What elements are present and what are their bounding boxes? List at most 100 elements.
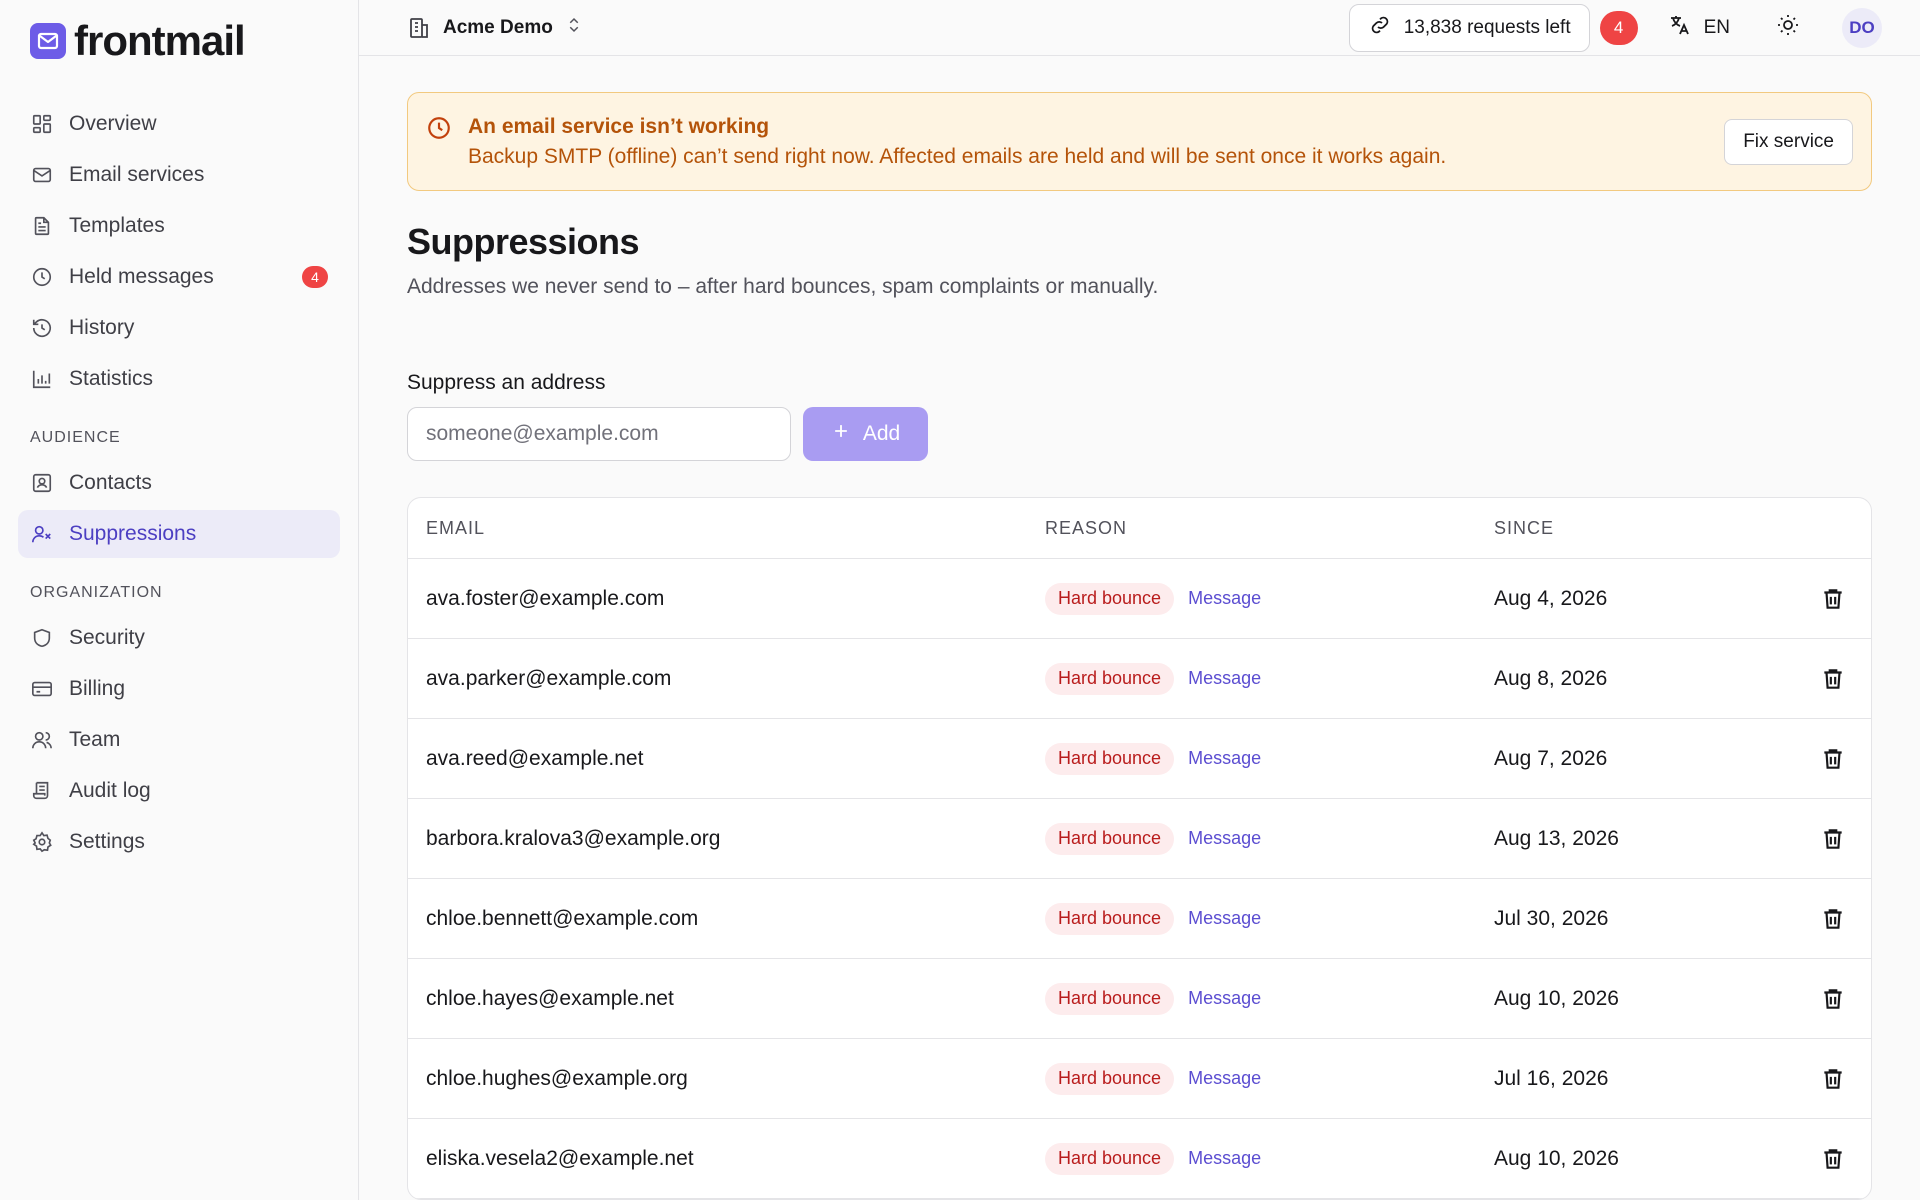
shield-icon	[30, 626, 54, 650]
sidebar-item-templates[interactable]: Templates	[18, 202, 340, 250]
sidebar-item-team[interactable]: Team	[18, 716, 340, 764]
organization-nav: Security Billing Team Audit log Settings	[18, 614, 340, 866]
column-header-reason[interactable]: REASON	[1045, 518, 1494, 539]
document-icon	[30, 214, 54, 238]
credit-card-icon	[30, 677, 54, 701]
row-email: ava.reed@example.net	[426, 746, 644, 770]
row-since: Aug 10, 2026	[1494, 986, 1619, 1010]
row-actions	[1813, 906, 1853, 932]
reason-badge: Hard bounce	[1045, 1062, 1175, 1095]
sidebar-item-label: Overview	[69, 112, 157, 135]
clock-icon	[30, 265, 54, 289]
notification-badge[interactable]: 4	[1599, 10, 1638, 45]
row-since: Aug 13, 2026	[1494, 826, 1619, 850]
building-icon	[407, 16, 431, 40]
reason-badge: Hard bounce	[1045, 742, 1175, 775]
row-email: ava.parker@example.com	[426, 666, 672, 690]
column-header-email[interactable]: EMAIL	[426, 518, 1045, 539]
reason-badge: Hard bounce	[1045, 582, 1175, 615]
plus-icon	[831, 421, 851, 447]
reason-badge: Hard bounce	[1045, 982, 1175, 1015]
trash-icon[interactable]	[1820, 986, 1846, 1012]
theme-toggle[interactable]	[1774, 14, 1802, 42]
message-link[interactable]: Message	[1188, 1068, 1261, 1089]
row-since: Aug 4, 2026	[1494, 586, 1608, 610]
table-row: chloe.hughes@example.org Hard bounce Mes…	[408, 1039, 1871, 1119]
main: Acme Demo 13,838 requests left 4 EN DO A…	[359, 0, 1920, 1200]
language-switcher[interactable]: EN	[1668, 13, 1730, 43]
avatar[interactable]: DO	[1842, 7, 1882, 48]
suppress-form: Add	[407, 407, 1872, 461]
message-link[interactable]: Message	[1188, 1148, 1261, 1169]
message-link[interactable]: Message	[1188, 588, 1261, 609]
trash-icon[interactable]	[1820, 1146, 1846, 1172]
row-reason: Hard bounce Message	[1045, 742, 1494, 775]
reason-badge: Hard bounce	[1045, 662, 1175, 695]
audience-nav: Contacts Suppressions	[18, 459, 340, 558]
trash-icon[interactable]	[1820, 906, 1846, 932]
translate-icon	[1668, 13, 1692, 43]
sidebar-item-label: History	[69, 316, 135, 339]
table-row: eliska.vesela2@example.net Hard bounce M…	[408, 1119, 1871, 1199]
sidebar-item-security[interactable]: Security	[18, 614, 340, 662]
sidebar-item-suppressions[interactable]: Suppressions	[18, 510, 340, 558]
message-link[interactable]: Message	[1188, 748, 1261, 769]
message-link[interactable]: Message	[1188, 908, 1261, 929]
table-row: ava.parker@example.com Hard bounce Messa…	[408, 639, 1871, 719]
requests-left-button[interactable]: 13,838 requests left	[1348, 3, 1590, 52]
row-since: Jul 16, 2026	[1494, 1066, 1609, 1090]
fix-service-button[interactable]: Fix service	[1724, 118, 1853, 165]
row-actions	[1813, 1066, 1853, 1092]
reason-badge: Hard bounce	[1045, 902, 1175, 935]
sidebar-item-contacts[interactable]: Contacts	[18, 459, 340, 507]
sidebar: frontmail Overview Email services Templa…	[0, 0, 359, 1200]
sidebar-item-label: Audit log	[69, 779, 151, 802]
row-reason: Hard bounce Message	[1045, 982, 1494, 1015]
sidebar-item-settings[interactable]: Settings	[18, 818, 340, 866]
email-field[interactable]	[407, 407, 791, 461]
row-since: Aug 7, 2026	[1494, 746, 1608, 770]
row-email: chloe.hayes@example.net	[426, 986, 674, 1010]
sidebar-item-statistics[interactable]: Statistics	[18, 355, 340, 403]
trash-icon[interactable]	[1820, 666, 1846, 692]
reason-badge: Hard bounce	[1045, 1142, 1175, 1175]
sidebar-item-audit-log[interactable]: Audit log	[18, 767, 340, 815]
row-actions	[1813, 1146, 1853, 1172]
history-icon	[30, 316, 54, 340]
sidebar-item-email-services[interactable]: Email services	[18, 151, 340, 199]
column-header-since[interactable]: SINCE	[1494, 518, 1813, 539]
brand[interactable]: frontmail	[30, 20, 340, 62]
add-suppression-button[interactable]: Add	[803, 407, 928, 461]
organization-section-title: ORGANIZATION	[30, 584, 163, 601]
row-email: chloe.hughes@example.org	[426, 1066, 688, 1090]
row-since: Aug 8, 2026	[1494, 666, 1608, 690]
message-link[interactable]: Message	[1188, 828, 1261, 849]
table-row: chloe.bennett@example.com Hard bounce Me…	[408, 879, 1871, 959]
org-name: Acme Demo	[443, 16, 553, 38]
trash-icon[interactable]	[1820, 746, 1846, 772]
alert-text: An email service isn’t working Backup SM…	[468, 112, 1446, 172]
row-since: Aug 10, 2026	[1494, 1146, 1619, 1170]
row-reason: Hard bounce Message	[1045, 902, 1494, 935]
held-messages-badge: 4	[302, 266, 328, 288]
trash-icon[interactable]	[1820, 826, 1846, 852]
sidebar-item-billing[interactable]: Billing	[18, 665, 340, 713]
row-actions	[1813, 666, 1853, 692]
main-nav: Overview Email services Templates Held m…	[18, 100, 340, 403]
message-link[interactable]: Message	[1188, 988, 1261, 1009]
row-actions	[1813, 986, 1853, 1012]
sidebar-item-overview[interactable]: Overview	[18, 100, 340, 148]
service-alert: An email service isn’t working Backup SM…	[407, 92, 1872, 191]
row-email: chloe.bennett@example.com	[426, 906, 699, 930]
trash-icon[interactable]	[1820, 1066, 1846, 1092]
users-icon	[30, 728, 54, 752]
table-header: EMAIL REASON SINCE	[408, 498, 1871, 559]
sidebar-item-history[interactable]: History	[18, 304, 340, 352]
sidebar-item-held-messages[interactable]: Held messages 4	[18, 253, 340, 301]
message-link[interactable]: Message	[1188, 668, 1261, 689]
reason-badge: Hard bounce	[1045, 822, 1175, 855]
alert-title: An email service isn’t working	[468, 114, 770, 138]
org-switcher[interactable]: Acme Demo	[407, 16, 583, 40]
trash-icon[interactable]	[1820, 586, 1846, 612]
row-email: barbora.kralova3@example.org	[426, 826, 721, 850]
